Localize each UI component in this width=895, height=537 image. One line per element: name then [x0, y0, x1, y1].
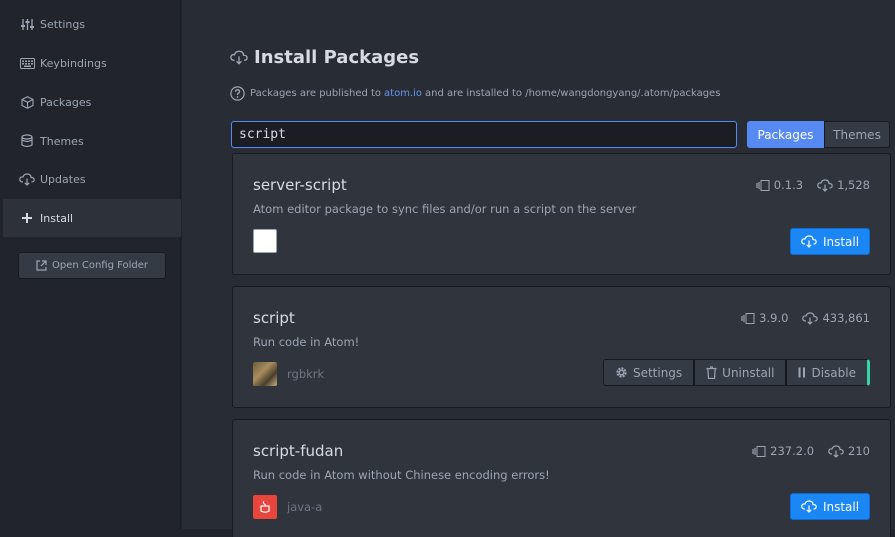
versions-icon [752, 445, 766, 457]
disable-button[interactable]: Disable [786, 359, 870, 386]
package-version: 0.1.3 [773, 178, 804, 192]
sidebar-item-label: Settings [40, 17, 86, 31]
package-name[interactable]: script-fudan [253, 442, 343, 460]
versions-icon [741, 312, 755, 324]
sidebar-item-label: Themes [40, 134, 84, 148]
package-description: Run code in Atom! [253, 335, 360, 349]
avatar[interactable] [253, 362, 277, 386]
package-card[interactable]: server-script 0.1.3 1,528 Atom editor pa… [232, 153, 891, 275]
sidebar-item-settings[interactable]: Settings [3, 5, 181, 43]
sliders-icon [19, 16, 35, 32]
cloud-download-icon [828, 444, 844, 458]
search-input[interactable] [231, 121, 737, 148]
uninstall-button[interactable]: Uninstall [694, 359, 787, 386]
install-panel: Install Packages Packages are published … [182, 0, 895, 537]
question-icon [230, 85, 245, 101]
package-downloads: 433,861 [822, 311, 870, 325]
sidebar-item-label: Keybindings [40, 56, 107, 70]
package-name[interactable]: server-script [253, 176, 347, 194]
package-name[interactable]: script [253, 309, 295, 327]
sidebar-item-install[interactable]: Install [3, 199, 181, 237]
settings-button-label: Settings [632, 365, 683, 380]
gear-icon [615, 366, 628, 379]
disable-button-label: Disable [811, 365, 856, 380]
package-downloads: 1,528 [837, 178, 870, 192]
cloud-download-icon [817, 178, 833, 192]
package-version: 237.2.0 [770, 444, 815, 458]
sidebar-item-keybindings[interactable]: Keybindings [3, 44, 181, 82]
cloud-download-icon [19, 171, 35, 187]
install-button-label: Install [822, 234, 860, 249]
cloud-download-icon [230, 50, 248, 65]
info-suffix: and are installed to /home/wangdongyang/… [425, 87, 721, 99]
sidebar-item-label: Install [40, 211, 74, 225]
package-stats: 237.2.0 210 [752, 444, 870, 458]
cloud-download-icon [801, 235, 817, 248]
cloud-download-icon [802, 311, 819, 325]
paintcan-icon [19, 133, 35, 149]
info-prefix: Packages are published to [250, 87, 382, 99]
sidebar-item-label: Packages [40, 95, 92, 109]
settings-button[interactable]: Settings [602, 359, 695, 386]
package-card[interactable]: script-fudan 237.2.0 210 Run code in Ato… [232, 419, 891, 537]
open-config-folder-button[interactable]: Open Config Folder [18, 252, 166, 279]
package-downloads: 210 [848, 444, 870, 458]
themes-toggle-button[interactable]: Themes [824, 121, 890, 148]
info-message: Packages are published to atom.io and ar… [230, 84, 720, 102]
page-title: Install Packages [230, 44, 419, 70]
trash-icon [706, 366, 717, 379]
avatar[interactable] [253, 229, 277, 253]
install-button[interactable]: Install [790, 493, 870, 520]
package-controls: Settings Uninstall Disable [602, 359, 870, 386]
settings-sidebar: Settings Keybindings Packages Themes Upd… [3, 0, 181, 529]
page-title-text: Install Packages [254, 46, 420, 68]
config-button-label: Open Config Folder [51, 260, 149, 271]
search-type-toggle: Packages Themes [747, 121, 890, 148]
cloud-download-icon [801, 500, 817, 513]
java-cup-icon [260, 500, 270, 513]
package-stats: 0.1.3 1,528 [756, 178, 870, 192]
owner-name[interactable]: java-a [287, 500, 322, 514]
plus-icon [19, 210, 35, 226]
package-version: 3.9.0 [759, 311, 789, 325]
package-description: Run code in Atom without Chinese encodin… [253, 468, 550, 482]
atom-io-link[interactable]: atom.io [384, 88, 422, 99]
package-stats: 3.9.0 433,861 [741, 311, 870, 325]
package-owner[interactable]: rgbkrk [253, 362, 324, 386]
versions-icon [756, 179, 770, 191]
package-card[interactable]: script 3.9.0 433,861 Run code in Atom! r… [232, 286, 891, 408]
sidebar-item-themes[interactable]: Themes [3, 122, 181, 160]
install-button-label: Install [822, 499, 860, 514]
install-button[interactable]: Install [790, 228, 870, 255]
uninstall-button-label: Uninstall [722, 365, 775, 380]
sidebar-item-label: Updates [40, 172, 86, 186]
sidebar-item-updates[interactable]: Updates [3, 160, 181, 198]
packages-toggle-button[interactable]: Packages [747, 121, 824, 148]
pause-icon [798, 367, 806, 378]
owner-name[interactable]: rgbkrk [287, 367, 324, 381]
package-description: Atom editor package to sync files and/or… [253, 202, 637, 216]
avatar[interactable] [253, 495, 277, 519]
keyboard-icon [19, 55, 35, 71]
package-owner[interactable]: java-a [253, 495, 322, 519]
sidebar-item-packages[interactable]: Packages [3, 83, 181, 121]
link-external-icon [36, 260, 47, 271]
package-owner[interactable] [253, 229, 287, 253]
package-icon [19, 94, 35, 110]
